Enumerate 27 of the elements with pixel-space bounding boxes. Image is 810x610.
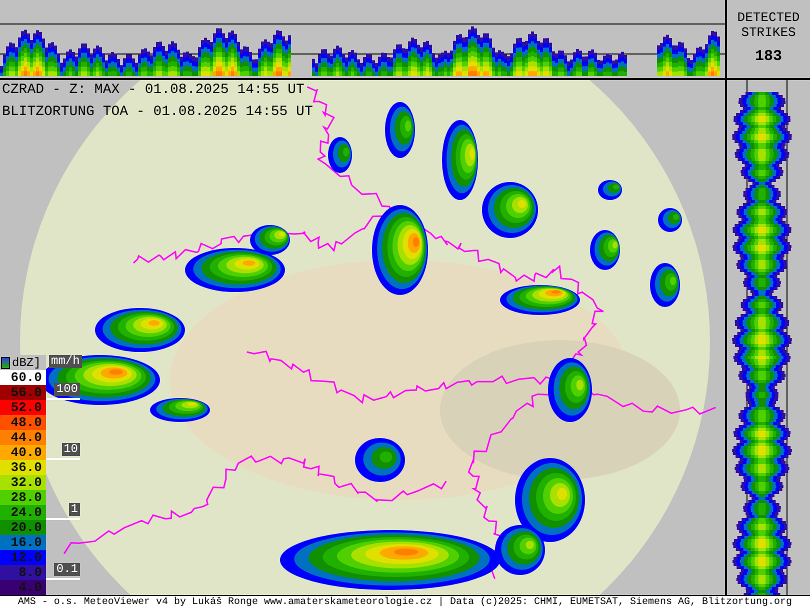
rain-rate-label: 100 [54, 383, 80, 396]
legend-level: 36.0 [0, 460, 46, 475]
strikes-label: DETECTED STRIKES [736, 10, 801, 40]
rain-rate-label: 0.1 [54, 563, 80, 576]
unit-label: dBZ] [12, 356, 41, 370]
legend-level: 16.0 [0, 535, 46, 550]
legend-level: 48.0 [0, 415, 46, 430]
legend-level: 4.0 [0, 580, 46, 595]
map-title: BLITZORTUNG TOA - 01.08.2025 14:55 UT [2, 104, 313, 120]
legend-level: 12.0 [0, 550, 46, 565]
rain-rate-label: 10 [62, 443, 80, 456]
rain-rate-label: 1 [68, 503, 80, 516]
footer-credits: AMS - o.s. MeteoViewer v4 by Lukáš Ronge www.amaterskameteorologie.cz | Data (c)2025: CHMI, EUMETSAT, Siemens AG, Blitzortung.org [0, 595, 810, 610]
legend-icon [1, 356, 10, 368]
legend-level: 32.0 [0, 475, 46, 490]
map-title: CZRAD - Z: MAX - 01.08.2025 14:55 UT [2, 82, 306, 98]
legend-level: 52.0 [0, 400, 46, 415]
rain-unit-label: mm/h [49, 355, 82, 368]
legend-level: 40.0 [0, 445, 46, 460]
legend-level: 60.0 [0, 370, 46, 385]
strikes-count: 183 [754, 48, 782, 65]
legend-level: 44.0 [0, 430, 46, 445]
legend-level: 20.0 [0, 520, 46, 535]
legend-level: 8.0 [0, 565, 46, 580]
legend-level: 24.0 [0, 505, 46, 520]
legend-level: 28.0 [0, 490, 46, 505]
legend-level: 56.0 [0, 385, 46, 400]
